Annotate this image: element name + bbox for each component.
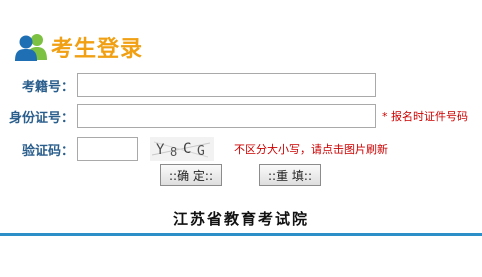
captcha-hint: 不区分大小写，请点击图片刷新 bbox=[234, 143, 388, 156]
users-icon bbox=[15, 32, 49, 62]
id-number-hint: * 报名时证件号码 bbox=[382, 110, 468, 123]
exam-number-row: 考籍号： bbox=[0, 73, 376, 97]
footer-divider bbox=[0, 233, 482, 236]
captcha-label: 验证码： bbox=[21, 143, 74, 159]
captcha-image[interactable]: Y 8 C G bbox=[150, 137, 214, 161]
svg-text:G: G bbox=[197, 144, 205, 159]
captcha-row: 验证码： Y 8 C G 不区分大小写，请点击图片刷新 bbox=[0, 137, 388, 161]
svg-text:8: 8 bbox=[170, 145, 177, 159]
login-header: 考生登录 bbox=[15, 30, 143, 64]
exam-number-label: 考籍号： bbox=[21, 79, 74, 95]
svg-text:C: C bbox=[183, 141, 191, 157]
org-name: 江苏省教育考试院 bbox=[172, 210, 309, 228]
id-number-input[interactable] bbox=[77, 104, 376, 128]
reset-button[interactable]: ::重 填:: bbox=[259, 164, 321, 186]
id-number-row: 身份证号： * 报名时证件号码 bbox=[0, 104, 468, 128]
captcha-input[interactable] bbox=[77, 137, 138, 161]
exam-number-input[interactable] bbox=[77, 73, 376, 97]
svg-text:Y: Y bbox=[156, 142, 165, 158]
id-number-label: 身份证号： bbox=[8, 110, 74, 126]
confirm-button[interactable]: ::确 定:: bbox=[160, 164, 222, 186]
page-title: 考生登录 bbox=[51, 37, 144, 62]
